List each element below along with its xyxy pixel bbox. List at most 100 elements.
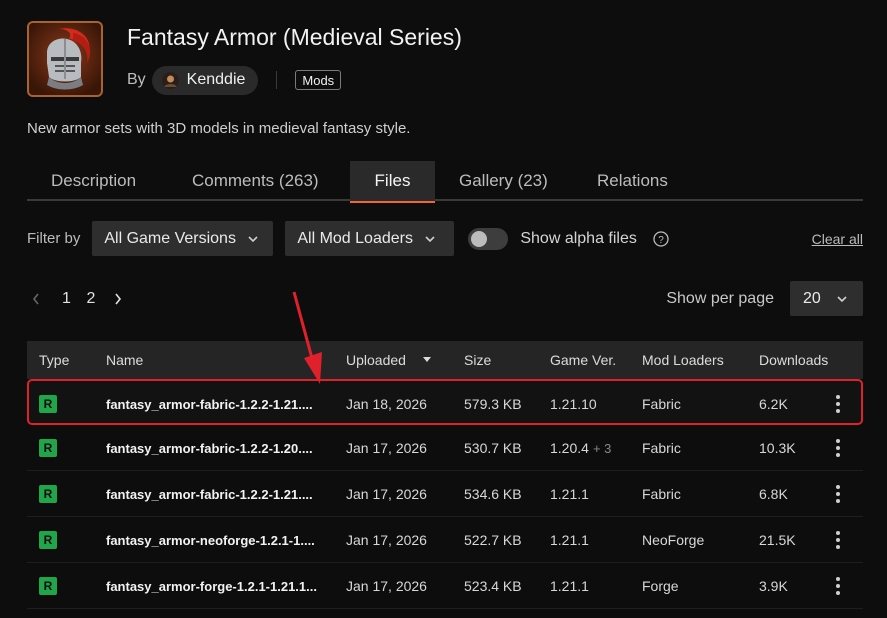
uploaded-cell: Jan 18, 2026 bbox=[346, 396, 427, 412]
game-ver-value: 1.21.1 bbox=[550, 532, 589, 548]
size-cell: 534.6 KB bbox=[464, 486, 522, 502]
help-icon[interactable]: ? bbox=[653, 230, 669, 247]
project-title: Fantasy Armor (Medieval Series) bbox=[127, 24, 462, 50]
table-header: Type Name Uploaded Size Game Ver. Mod Lo… bbox=[27, 341, 863, 379]
author-link[interactable]: Kenddie bbox=[151, 65, 259, 95]
chevron-right-icon bbox=[115, 293, 122, 304]
per-page-control: Show per page 20 bbox=[666, 281, 863, 316]
tab-description[interactable]: Description bbox=[27, 161, 170, 201]
row-actions-button[interactable] bbox=[835, 471, 855, 517]
size-cell: 523.4 KB bbox=[464, 578, 522, 594]
table-row[interactable]: Rfantasy_armor-fabric-1.2.2-1.21.... Jan … bbox=[27, 471, 863, 517]
project-logo[interactable] bbox=[27, 21, 103, 97]
header-type: Type bbox=[39, 352, 70, 368]
table-row[interactable]: Rfantasy_armor-forge-1.2.1-1.21.1... Jan … bbox=[27, 563, 863, 609]
alpha-toggle[interactable] bbox=[468, 227, 509, 250]
table-row[interactable]: Rfantasy_armor-neoforge-1.2.1-1.... Jan 1… bbox=[27, 517, 863, 563]
game-ver-cell: 1.21.10 bbox=[550, 381, 597, 427]
header-mod-loaders[interactable]: Mod Loaders bbox=[642, 341, 724, 379]
file-name-link[interactable]: fantasy_armor-neoforge-1.2.1-1.... bbox=[106, 517, 315, 563]
header-name[interactable]: Name bbox=[106, 341, 143, 379]
header-game-ver[interactable]: Game Ver. bbox=[550, 341, 616, 379]
avatar-icon bbox=[161, 71, 179, 89]
per-page-dropdown[interactable]: 20 bbox=[790, 281, 863, 316]
kebab-menu-icon bbox=[836, 485, 840, 503]
byline: By Kenddie Mods bbox=[127, 65, 342, 95]
downloads-cell: 3.9K bbox=[759, 578, 788, 594]
game-version-value: All Game Versions bbox=[104, 229, 236, 247]
release-badge: R bbox=[39, 395, 57, 413]
game-ver-cell: 1.21.1 bbox=[550, 517, 589, 563]
size-cell: 522.7 KB bbox=[464, 532, 522, 548]
uploaded-cell: Jan 17, 2026 bbox=[346, 578, 427, 594]
kebab-menu-icon bbox=[836, 395, 840, 413]
per-page-label: Show per page bbox=[666, 289, 774, 307]
next-page-button[interactable] bbox=[106, 281, 130, 316]
loader-cell: Fabric bbox=[642, 396, 681, 412]
downloads-cell: 21.5K bbox=[759, 532, 796, 548]
downloads-cell: 6.2K bbox=[759, 396, 788, 412]
files-table: Type Name Uploaded Size Game Ver. Mod Lo… bbox=[27, 341, 863, 609]
toggle-knob bbox=[471, 230, 488, 247]
sort-desc-icon bbox=[422, 357, 431, 362]
header-uploaded[interactable]: Uploaded bbox=[346, 341, 432, 379]
release-badge: R bbox=[39, 439, 57, 457]
table-row[interactable]: Rfantasy_armor-fabric-1.2.2-1.21.... Jan … bbox=[27, 379, 863, 425]
type-cell: R bbox=[39, 471, 57, 517]
mod-loader-dropdown[interactable]: All Mod Loaders bbox=[285, 221, 455, 256]
loader-cell: Fabric bbox=[642, 486, 681, 502]
file-name-link[interactable]: fantasy_armor-fabric-1.2.2-1.20.... bbox=[106, 425, 313, 471]
tab-comments[interactable]: Comments (263) bbox=[170, 161, 350, 201]
size-cell: 579.3 KB bbox=[464, 396, 522, 412]
page-1-button[interactable]: 1 bbox=[53, 281, 80, 316]
header-uploaded-label: Uploaded bbox=[346, 352, 406, 368]
game-ver-more[interactable]: + 3 bbox=[593, 441, 611, 456]
downloads-cell: 6.8K bbox=[759, 486, 788, 502]
tab-relations[interactable]: Relations bbox=[573, 161, 693, 201]
chevron-down-icon bbox=[248, 235, 258, 242]
uploaded-cell: Jan 17, 2026 bbox=[346, 486, 427, 502]
project-header: Fantasy Armor (Medieval Series) By Kendd… bbox=[27, 21, 857, 101]
tab-files[interactable]: Files bbox=[350, 161, 435, 203]
svg-text:?: ? bbox=[658, 235, 664, 246]
uploaded-cell: Jan 17, 2026 bbox=[346, 532, 427, 548]
row-actions-button[interactable] bbox=[835, 517, 855, 563]
category-tag[interactable]: Mods bbox=[295, 70, 342, 90]
loader-cell: NeoForge bbox=[642, 532, 705, 548]
game-ver-value: 1.20.4 bbox=[550, 440, 589, 456]
type-cell: R bbox=[39, 425, 57, 471]
game-ver-cell: 1.20.4 + 3 bbox=[550, 425, 611, 471]
file-name-link[interactable]: fantasy_armor-fabric-1.2.2-1.21.... bbox=[106, 471, 313, 517]
row-actions-button[interactable] bbox=[835, 425, 855, 471]
loader-cell: Forge bbox=[642, 578, 679, 594]
project-tabs: Description Comments (263) Files Gallery… bbox=[27, 161, 863, 203]
release-badge: R bbox=[39, 531, 57, 549]
alpha-label: Show alpha files bbox=[520, 229, 637, 247]
file-name-link[interactable]: fantasy_armor-forge-1.2.1-1.21.1... bbox=[106, 563, 317, 609]
header-size[interactable]: Size bbox=[464, 341, 491, 379]
row-actions-button[interactable] bbox=[835, 381, 855, 427]
table-row[interactable]: Rfantasy_armor-fabric-1.2.2-1.20.... Jan … bbox=[27, 425, 863, 471]
chevron-down-icon bbox=[425, 235, 435, 242]
header-downloads[interactable]: Downloads bbox=[759, 341, 828, 379]
game-ver-value: 1.21.1 bbox=[550, 578, 589, 594]
downloads-cell: 10.3K bbox=[759, 440, 796, 456]
prev-page-button[interactable] bbox=[27, 281, 45, 316]
type-cell: R bbox=[39, 563, 57, 609]
filter-label: Filter by bbox=[27, 230, 81, 247]
project-summary: New armor sets with 3D models in medieva… bbox=[27, 120, 411, 137]
file-name-link[interactable]: fantasy_armor-fabric-1.2.2-1.21.... bbox=[106, 381, 313, 427]
type-cell: R bbox=[39, 381, 57, 427]
by-label: By bbox=[127, 71, 146, 88]
filter-bar: Filter by All Game Versions All Mod Load… bbox=[27, 221, 863, 256]
kebab-menu-icon bbox=[836, 439, 840, 457]
page-2-button[interactable]: 2 bbox=[80, 281, 102, 316]
knight-helmet-icon bbox=[29, 23, 101, 95]
pagination-bar: 1 2 Show per page 20 bbox=[27, 281, 863, 316]
row-actions-button[interactable] bbox=[835, 563, 855, 609]
clear-all-link[interactable]: Clear all bbox=[812, 231, 863, 247]
uploaded-cell: Jan 17, 2026 bbox=[346, 440, 427, 456]
tab-gallery[interactable]: Gallery (23) bbox=[435, 161, 573, 201]
game-version-dropdown[interactable]: All Game Versions bbox=[92, 221, 274, 256]
chevron-down-icon bbox=[837, 295, 847, 302]
